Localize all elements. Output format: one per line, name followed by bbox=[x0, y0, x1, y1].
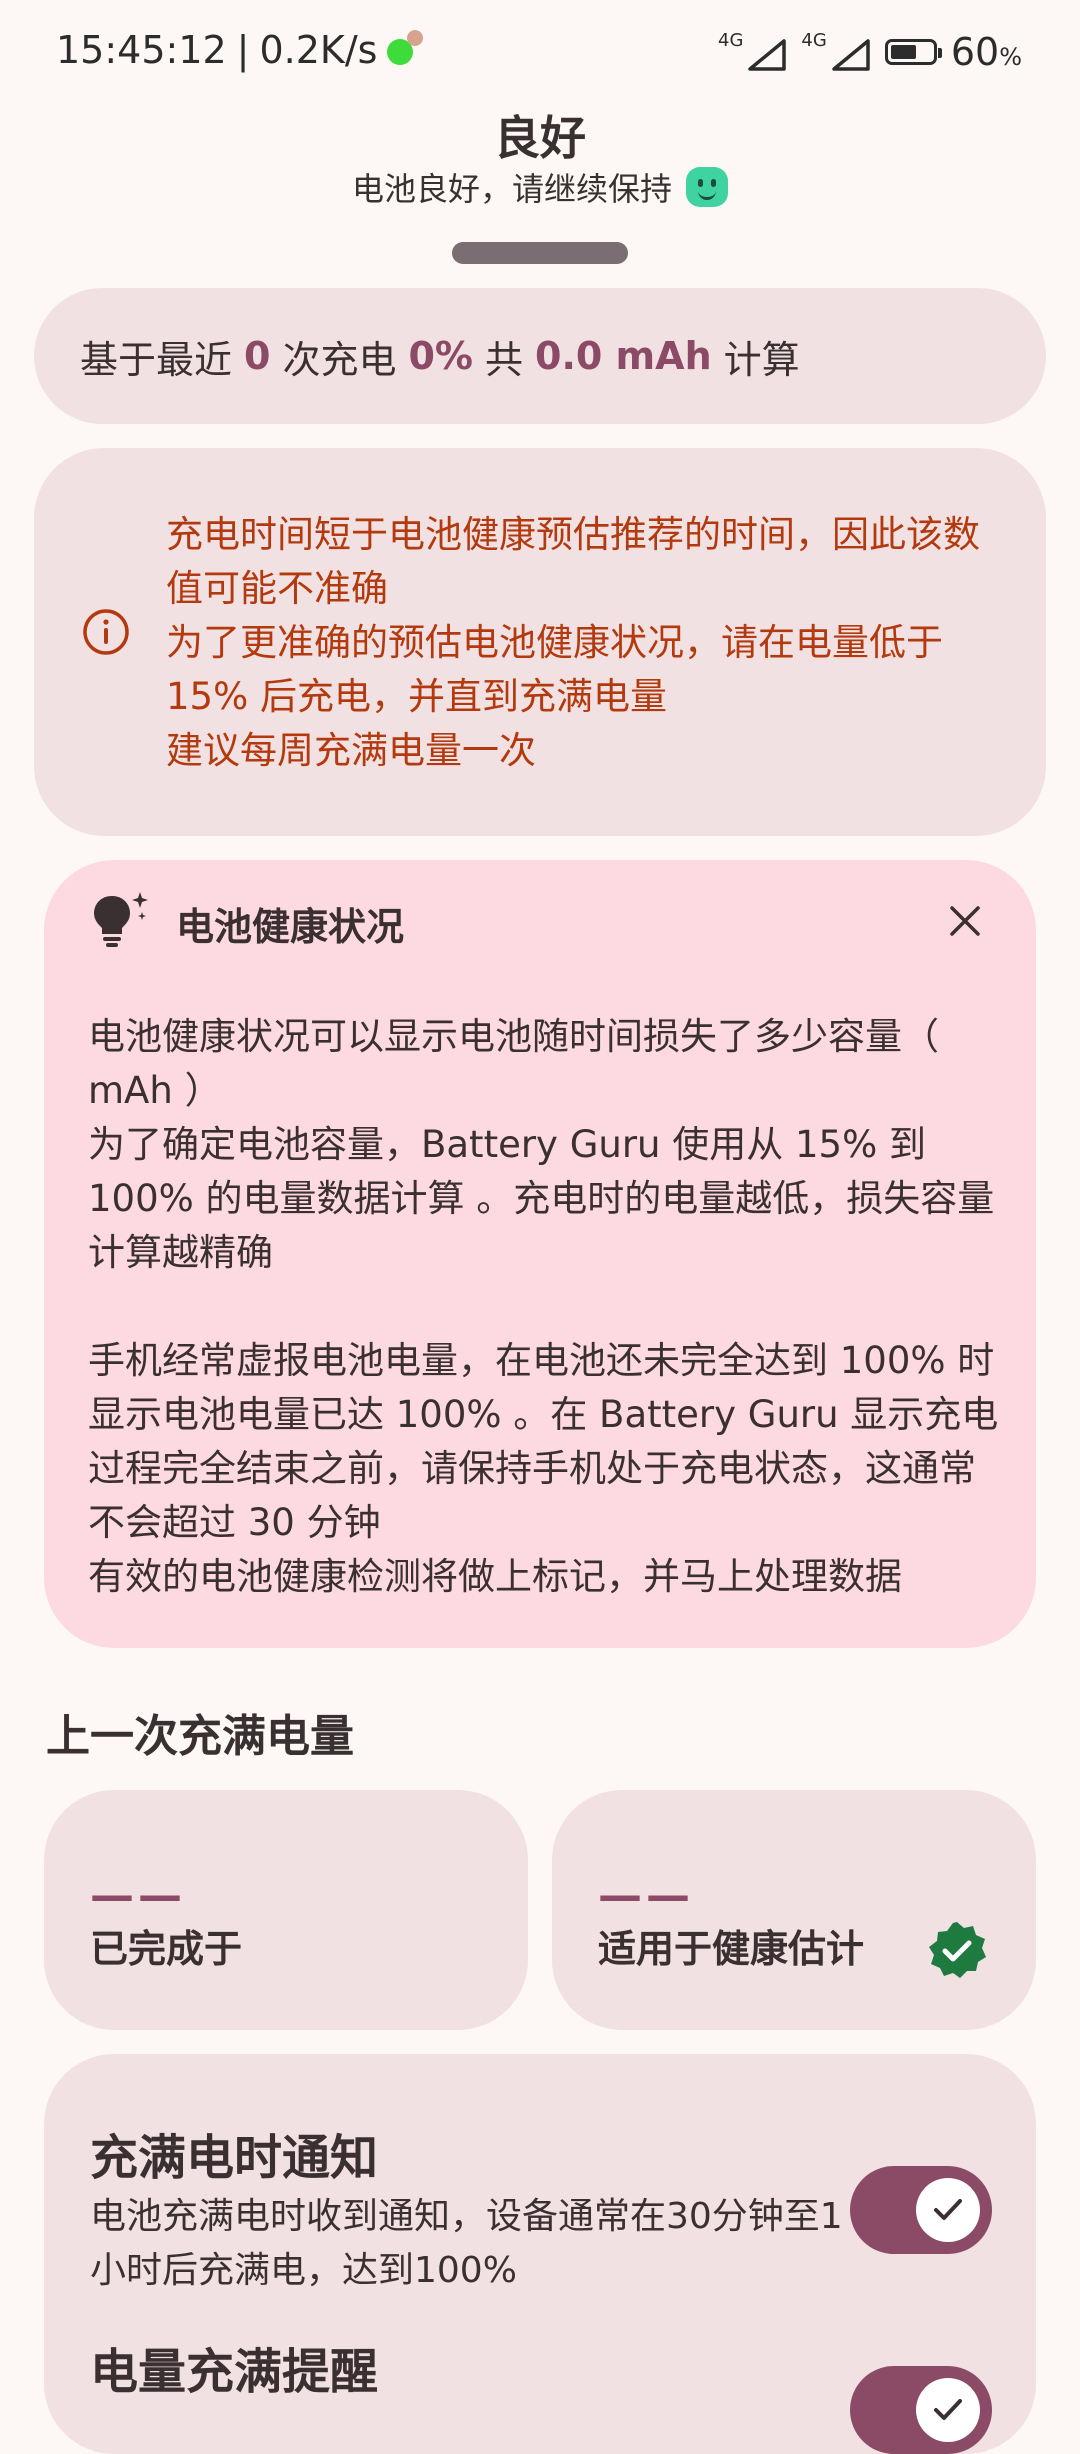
smiley-icon bbox=[686, 167, 728, 207]
notification-settings-card: 充满电时通知 电池充满电时收到通知，设备通常在30分钟至1小时后充满电，达到10… bbox=[44, 2054, 1036, 2454]
completed-at-label: 已完成于 bbox=[90, 1927, 243, 1971]
info-card-title: 电池健康状况 bbox=[176, 905, 405, 949]
info-paragraph-2: 为了确定电池容量，Battery Guru 使用从 15% 到 100% 的电量… bbox=[88, 1123, 995, 1274]
toggle-knob bbox=[916, 2378, 980, 2442]
status-left: 15:45:12 | 0.2K/s bbox=[56, 28, 429, 72]
signal-icon bbox=[832, 39, 870, 71]
network-type-2: 4G bbox=[801, 30, 827, 51]
status-separator: | bbox=[236, 28, 250, 72]
network-speed: 0.2K/s bbox=[259, 28, 378, 72]
battery-percent-unit: % bbox=[999, 43, 1022, 71]
full-charge-notify-title: 充满电时通知 bbox=[90, 2130, 379, 2186]
health-estimate-tile: —— 适用于健康估计 bbox=[552, 1790, 1036, 2030]
warning-text: 充电时间短于电池健康预估推荐的时间，因此该数值可能不准确 为了更准确的预估电池健… bbox=[166, 508, 996, 778]
full-charge-notify-desc: 电池充满电时收到通知，设备通常在30分钟至1小时后充满电，达到100% bbox=[90, 2196, 843, 2291]
basis-suffix: 计算 bbox=[723, 337, 800, 382]
basis-capacity: 0.0 mAh bbox=[535, 334, 712, 378]
warning-line-3: 建议每周充满电量一次 bbox=[166, 729, 536, 772]
toggle-knob bbox=[916, 2178, 980, 2242]
battery-percent: 60% bbox=[951, 30, 1022, 74]
info-paragraph-gap bbox=[88, 1280, 1008, 1334]
health-estimate-label: 适用于健康估计 bbox=[598, 1927, 865, 1971]
last-full-charge-title: 上一次充满电量 bbox=[46, 1711, 354, 1762]
basis-prefix: 基于最近 bbox=[80, 337, 233, 382]
warning-card: 充电时间短于电池健康预估推荐的时间，因此该数值可能不准确 为了更准确的预估电池健… bbox=[34, 448, 1046, 836]
info-paragraph-1: 电池健康状况可以显示电池随时间损失了多少容量（ mAh ） bbox=[88, 1015, 939, 1112]
basis-count: 0 bbox=[244, 334, 271, 378]
check-icon bbox=[934, 2399, 962, 2420]
battery-fill bbox=[890, 45, 917, 59]
full-charge-notify-toggle[interactable] bbox=[850, 2166, 992, 2254]
full-charge-reminder-toggle[interactable] bbox=[850, 2366, 992, 2454]
lightbulb-icon bbox=[94, 892, 148, 947]
completed-at-value: —— bbox=[90, 1870, 186, 1921]
info-icon bbox=[83, 609, 129, 655]
notification-badge-icon bbox=[407, 30, 424, 46]
health-status-subtitle: 电池良好，请继续保持 bbox=[0, 164, 1080, 210]
status-bar: 15:45:12 | 0.2K/s 4G 4G 60% bbox=[0, 0, 1080, 110]
close-icon[interactable] bbox=[948, 904, 982, 938]
battery-health-info-card: 电池健康状况 电池健康状况可以显示电池随时间损失了多少容量（ mAh ） 为了确… bbox=[44, 860, 1036, 1648]
status-time: 15:45:12 bbox=[56, 28, 227, 72]
signal-icon bbox=[748, 39, 787, 71]
sheet-drag-handle[interactable] bbox=[452, 242, 628, 264]
battery-percent-value: 60 bbox=[950, 30, 1000, 74]
warning-line-1: 充电时间短于电池健康预估推荐的时间，因此该数值可能不准确 bbox=[166, 513, 980, 610]
basis-percent: 0% bbox=[408, 334, 473, 378]
calculation-basis-card: 基于最近 0 次充电 0% 共 0.0 mAh 计算 bbox=[34, 288, 1046, 424]
network-type-1: 4G bbox=[718, 30, 744, 51]
warning-line-2: 为了更准确的预估电池健康状况，请在电量低于 15% 后充电，并直到充满电量 bbox=[166, 621, 943, 718]
health-status-subtitle-text: 电池良好，请继续保持 bbox=[351, 170, 672, 208]
completed-at-tile: —— 已完成于 bbox=[44, 1790, 528, 2030]
health-status-title: 良好 bbox=[494, 111, 586, 165]
info-card-body: 电池健康状况可以显示电池随时间损失了多少容量（ mAh ） 为了确定电池容量，B… bbox=[88, 1010, 1008, 1604]
info-paragraph-3: 手机经常虚报电池电量，在电池还未完全达到 100% 时显示电池电量已达 100%… bbox=[88, 1339, 999, 1544]
signal-1: 4G bbox=[718, 32, 787, 72]
full-charge-reminder-title: 电量充满提醒 bbox=[90, 2344, 379, 2400]
check-icon bbox=[934, 2199, 962, 2220]
health-estimate-value: —— bbox=[598, 1870, 694, 1921]
basis-mid2: 共 bbox=[485, 337, 524, 382]
battery-icon bbox=[884, 39, 942, 65]
basis-mid1: 次充电 bbox=[282, 337, 397, 382]
verified-check-icon bbox=[929, 1922, 986, 1978]
signal-2: 4G bbox=[801, 32, 870, 72]
info-paragraph-4: 有效的电池健康检测将做上标记，并马上处理数据 bbox=[88, 1555, 902, 1598]
status-right: 4G 4G 60% bbox=[718, 30, 1022, 74]
